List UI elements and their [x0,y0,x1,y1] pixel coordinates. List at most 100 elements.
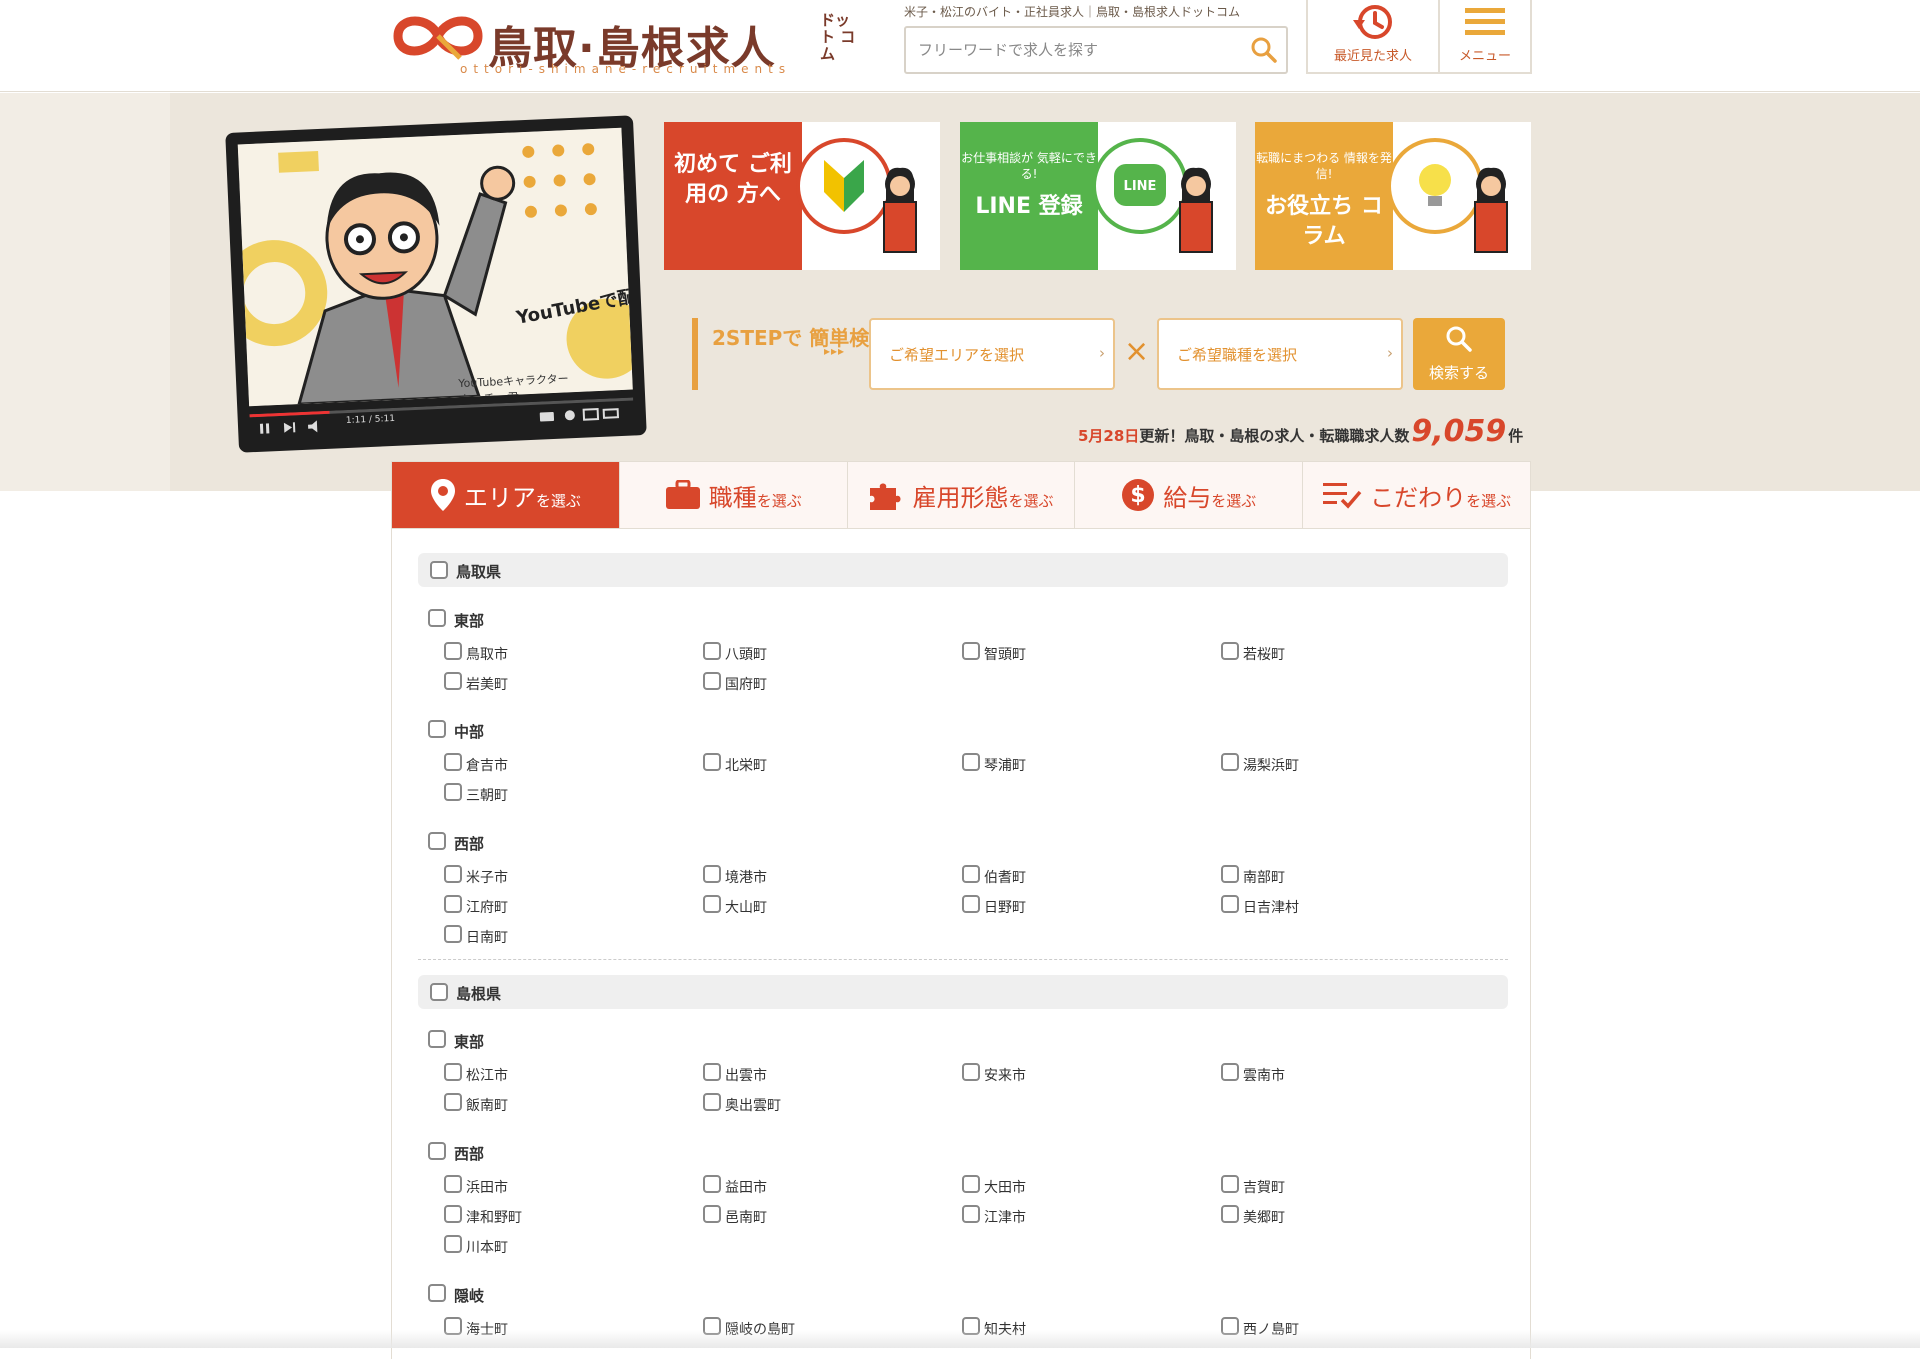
checkbox[interactable] [703,672,721,690]
tab-salary[interactable]: $ 給与を選ぶ [1075,462,1304,528]
checkbox[interactable] [444,1093,462,1111]
town-label: 吉賀町 [1243,1180,1285,1196]
town-label: 南部町 [1243,870,1285,886]
pause-icon [259,423,264,434]
checkbox[interactable] [430,983,448,1001]
tab-label: こだわり [1370,483,1467,512]
svg-text:$: $ [1131,483,1146,508]
search-input[interactable] [918,38,1238,62]
staff-illustration [883,167,917,253]
town-label: 若桜町 [1243,647,1285,663]
site-logo[interactable]: 鳥取·島根求人 ドット コム ottori-shimane-recruitmen… [390,8,855,78]
job-count-unit: 件 [1508,427,1524,445]
tab-area[interactable]: エリアを選ぶ [392,462,620,528]
checkbox[interactable] [428,720,446,738]
prefecture-row-shimane[interactable]: 島根県 [418,975,1508,1009]
menu-button[interactable]: メニュー [1438,0,1532,74]
checkbox[interactable] [444,865,462,883]
checkbox[interactable] [1221,642,1239,660]
checkbox[interactable] [444,1063,462,1081]
tab-label: エリア [463,483,536,512]
checkbox[interactable] [1221,895,1239,913]
search-icon[interactable] [1250,36,1278,64]
town-label: 津和野町 [466,1210,522,1226]
town-label: 境港市 [725,870,767,886]
checkbox[interactable] [962,895,980,913]
checkbox[interactable] [444,1235,462,1253]
checkbox[interactable] [444,895,462,913]
prefecture-row-tottori[interactable]: 鳥取県 [418,553,1508,587]
job-select[interactable]: ご希望職種を選択 › [1157,318,1403,390]
checkbox[interactable] [444,672,462,690]
checkbox[interactable] [962,1205,980,1223]
checkbox[interactable] [1221,865,1239,883]
tab-preferences[interactable]: こだわりを選ぶ [1303,462,1530,528]
town-label: 川本町 [466,1240,508,1256]
tab-suffix: を選ぶ [1008,491,1054,510]
checkbox[interactable] [428,1030,446,1048]
checkbox[interactable] [1221,1175,1239,1193]
checkbox[interactable] [703,1063,721,1081]
site-tagline: 米子・松江のバイト・正社員求人｜鳥取・島根求人ドットコム [904,5,1241,19]
tab-suffix: を選ぶ [535,491,581,510]
tab-suffix: を選ぶ [1466,491,1512,510]
prefecture-label: 鳥取県 [456,563,502,581]
checkbox[interactable] [703,1205,721,1223]
line-register-banner[interactable]: お仕事相談が 気軽にできる! LINE 登録 LINE [960,122,1236,270]
checkbox[interactable] [428,832,446,850]
job-select-label: ご希望職種を選択 [1177,346,1298,364]
checkbox[interactable] [962,1175,980,1193]
character-illustration [237,127,633,407]
region-label: 東部 [454,1033,485,1051]
town-label: 日吉津村 [1243,900,1299,916]
recent-jobs-button[interactable]: 最近見た求人 [1306,0,1440,74]
checkbox[interactable] [1221,1205,1239,1223]
checkbox[interactable] [428,1142,446,1160]
section-divider [418,959,1508,960]
checkbox[interactable] [428,1284,446,1302]
checkbox[interactable] [444,1175,462,1193]
area-select[interactable]: ご希望エリアを選択 › [869,318,1115,390]
town-label: 大山町 [725,900,767,916]
town-label: 江府町 [466,900,508,916]
town-label: 米子市 [466,870,508,886]
checkbox[interactable] [962,1063,980,1081]
town-label: 奥出雲町 [725,1098,781,1114]
first-time-users-banner[interactable]: 初めて ご利用の 方へ [664,122,940,270]
checkbox[interactable] [962,642,980,660]
volume-icon [308,420,318,433]
checkbox[interactable] [1221,753,1239,771]
useful-column-banner[interactable]: 転職にまつわる 情報を発信! お役立ち コラム [1255,122,1531,270]
checkbox[interactable] [444,753,462,771]
tab-label: 職種 [708,483,757,512]
youtube-video-card[interactable]: YouTubeで配信中! YouTubeキャラクター ウッチー君 1:11 / … [225,115,647,453]
logo-infinity-icon [393,16,483,60]
checkbox[interactable] [1221,1063,1239,1081]
checkbox[interactable] [703,1093,721,1111]
checkbox[interactable] [444,642,462,660]
checkbox[interactable] [703,642,721,660]
checkbox[interactable] [428,609,446,627]
checkbox[interactable] [444,925,462,943]
svg-text:LINE: LINE [1124,179,1157,194]
free-word-search[interactable] [904,26,1288,74]
checklist-icon [1323,483,1362,509]
chevron-right-icon: › [1387,344,1393,362]
checkbox[interactable] [703,1175,721,1193]
banner-title: お役立ち コラム [1265,194,1383,249]
region-label: 西部 [454,835,485,853]
history-icon [1353,5,1392,39]
tab-employment-type[interactable]: 雇用形態を選ぶ [847,462,1076,528]
checkbox[interactable] [703,865,721,883]
checkbox[interactable] [962,753,980,771]
tab-job-type[interactable]: 職種を選ぶ [619,462,848,528]
checkbox[interactable] [444,783,462,801]
checkbox[interactable] [430,561,448,579]
two-step-search-button[interactable]: 検索する [1413,318,1505,390]
checkbox[interactable] [444,1205,462,1223]
search-button-label: 検索する [1428,364,1489,382]
checkbox[interactable] [703,895,721,913]
checkbox[interactable] [703,753,721,771]
checkbox[interactable] [962,865,980,883]
step-arrows: ▸▸▸ [824,344,846,358]
